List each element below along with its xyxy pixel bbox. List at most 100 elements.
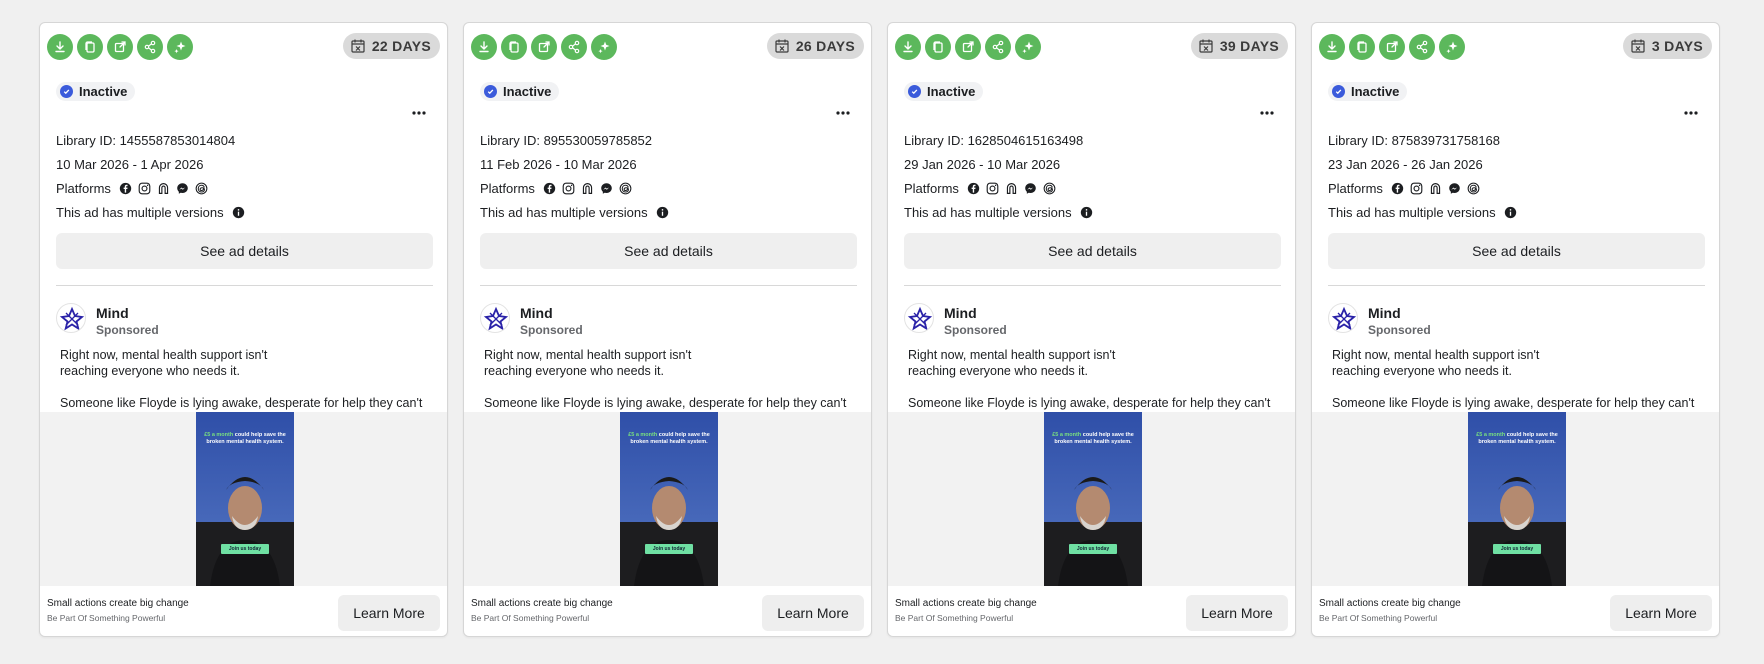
share-icon[interactable] <box>985 34 1011 60</box>
instagram-icon <box>562 182 575 195</box>
audience-network-icon <box>1006 183 1017 194</box>
sparkle-icon[interactable] <box>1015 34 1041 60</box>
ad-card: 26 DAYS Inactive Library ID: 89553005978… <box>463 22 872 637</box>
learn-more-button[interactable]: Learn More <box>762 595 864 631</box>
platforms-row: Platforms <box>1328 181 1480 196</box>
share-icon[interactable] <box>561 34 587 60</box>
ad-body-line: reaching everyone who needs it. <box>908 364 1088 378</box>
audience-network-icon <box>582 183 593 194</box>
platforms-row: Platforms <box>904 181 1056 196</box>
status-label: Inactive <box>79 84 128 99</box>
advertiser-name[interactable]: Mind <box>96 305 129 321</box>
cta-subtitle: Be Part Of Something Powerful <box>895 613 1014 623</box>
ad-creative-image[interactable]: £5 a month could help save the broken me… <box>620 412 718 586</box>
messenger-icon <box>177 183 188 194</box>
sparkle-icon[interactable] <box>167 34 193 60</box>
ad-card-grid: 22 DAYS Inactive Library ID: 14555878530… <box>0 0 1764 664</box>
status-check-icon <box>60 85 73 98</box>
info-icon[interactable] <box>656 206 669 219</box>
library-id: Library ID: 1628504615163498 <box>904 133 1084 148</box>
ad-creative-image[interactable]: £5 a month could help save the broken me… <box>1044 412 1142 586</box>
ad-body-line: reaching everyone who needs it. <box>484 364 664 378</box>
open-external-icon[interactable] <box>107 34 133 60</box>
copy-icon[interactable] <box>1349 34 1375 60</box>
advertiser-name[interactable]: Mind <box>944 305 977 321</box>
download-icon[interactable] <box>471 34 497 60</box>
share-icon[interactable] <box>137 34 163 60</box>
see-ad-details-button[interactable]: See ad details <box>1328 233 1705 269</box>
info-icon[interactable] <box>1080 206 1093 219</box>
sparkle-icon[interactable] <box>1439 34 1465 60</box>
advertiser-avatar[interactable] <box>904 303 934 333</box>
days-running-badge: 26 DAYS <box>766 33 864 59</box>
learn-more-button[interactable]: Learn More <box>1610 595 1712 631</box>
learn-more-button[interactable]: Learn More <box>338 595 440 631</box>
info-icon[interactable] <box>232 206 245 219</box>
cta-subtitle: Be Part Of Something Powerful <box>471 613 590 623</box>
ad-creative-image[interactable]: £5 a month could help save the broken me… <box>196 412 294 586</box>
more-icon[interactable] <box>1681 107 1701 119</box>
ad-body-line: reaching everyone who needs it. <box>60 364 240 378</box>
date-range: 10 Mar 2026 - 1 Apr 2026 <box>56 157 204 172</box>
cta-title: Small actions create big change <box>1319 598 1461 609</box>
card-toolbar <box>471 34 617 60</box>
divider <box>56 285 433 286</box>
advertiser-name[interactable]: Mind <box>1368 305 1401 321</box>
messenger-icon <box>1025 183 1036 194</box>
messenger-icon <box>601 183 612 194</box>
ad-card: 22 DAYS Inactive Library ID: 14555878530… <box>39 22 448 637</box>
calendar-x-icon <box>351 39 365 53</box>
copy-icon[interactable] <box>501 34 527 60</box>
sparkle-icon[interactable] <box>591 34 617 60</box>
days-running-label: 39 DAYS <box>1219 38 1279 54</box>
platforms-label: Platforms <box>1328 181 1383 196</box>
status-badge: Inactive <box>480 82 560 101</box>
advertiser-avatar[interactable] <box>1328 303 1358 333</box>
versions-row: This ad has multiple versions <box>1328 205 1517 220</box>
open-external-icon[interactable] <box>1379 34 1405 60</box>
download-icon[interactable] <box>895 34 921 60</box>
ad-media: £5 a month could help save the broken me… <box>40 412 447 586</box>
copy-icon[interactable] <box>925 34 951 60</box>
creative-join-button: Join us today <box>645 544 693 554</box>
platforms-row: Platforms <box>56 181 208 196</box>
cta-subtitle: Be Part Of Something Powerful <box>47 613 166 623</box>
open-external-icon[interactable] <box>531 34 557 60</box>
cta-title: Small actions create big change <box>471 598 613 609</box>
download-icon[interactable] <box>47 34 73 60</box>
platforms-label: Platforms <box>56 181 111 196</box>
advertiser-avatar[interactable] <box>56 303 86 333</box>
instagram-icon <box>986 182 999 195</box>
share-icon[interactable] <box>1409 34 1435 60</box>
status-check-icon <box>908 85 921 98</box>
open-external-icon[interactable] <box>955 34 981 60</box>
advertiser-name[interactable]: Mind <box>520 305 553 321</box>
creative-headline: £5 a month could help save the broken me… <box>1052 432 1134 445</box>
facebook-icon <box>1391 182 1404 195</box>
versions-text: This ad has multiple versions <box>56 205 224 220</box>
instagram-icon <box>138 182 151 195</box>
see-ad-details-button[interactable]: See ad details <box>480 233 857 269</box>
learn-more-button[interactable]: Learn More <box>1186 595 1288 631</box>
ad-creative-image[interactable]: £5 a month could help save the broken me… <box>1468 412 1566 586</box>
ad-body-line: Right now, mental health support isn't <box>908 348 1116 362</box>
audience-network-icon <box>158 183 169 194</box>
card-toolbar <box>895 34 1041 60</box>
advertiser-avatar[interactable] <box>480 303 510 333</box>
more-icon[interactable] <box>833 107 853 119</box>
status-badge: Inactive <box>56 82 136 101</box>
versions-row: This ad has multiple versions <box>480 205 669 220</box>
versions-text: This ad has multiple versions <box>904 205 1072 220</box>
see-ad-details-button[interactable]: See ad details <box>904 233 1281 269</box>
more-icon[interactable] <box>409 107 429 119</box>
days-running-label: 22 DAYS <box>371 38 431 54</box>
threads-icon <box>1467 182 1480 195</box>
download-icon[interactable] <box>1319 34 1345 60</box>
info-icon[interactable] <box>1504 206 1517 219</box>
copy-icon[interactable] <box>77 34 103 60</box>
threads-icon <box>1043 182 1056 195</box>
more-icon[interactable] <box>1257 107 1277 119</box>
see-ad-details-button[interactable]: See ad details <box>56 233 433 269</box>
sponsored-label: Sponsored <box>520 323 583 337</box>
library-id: Library ID: 875839731758168 <box>1328 133 1501 148</box>
